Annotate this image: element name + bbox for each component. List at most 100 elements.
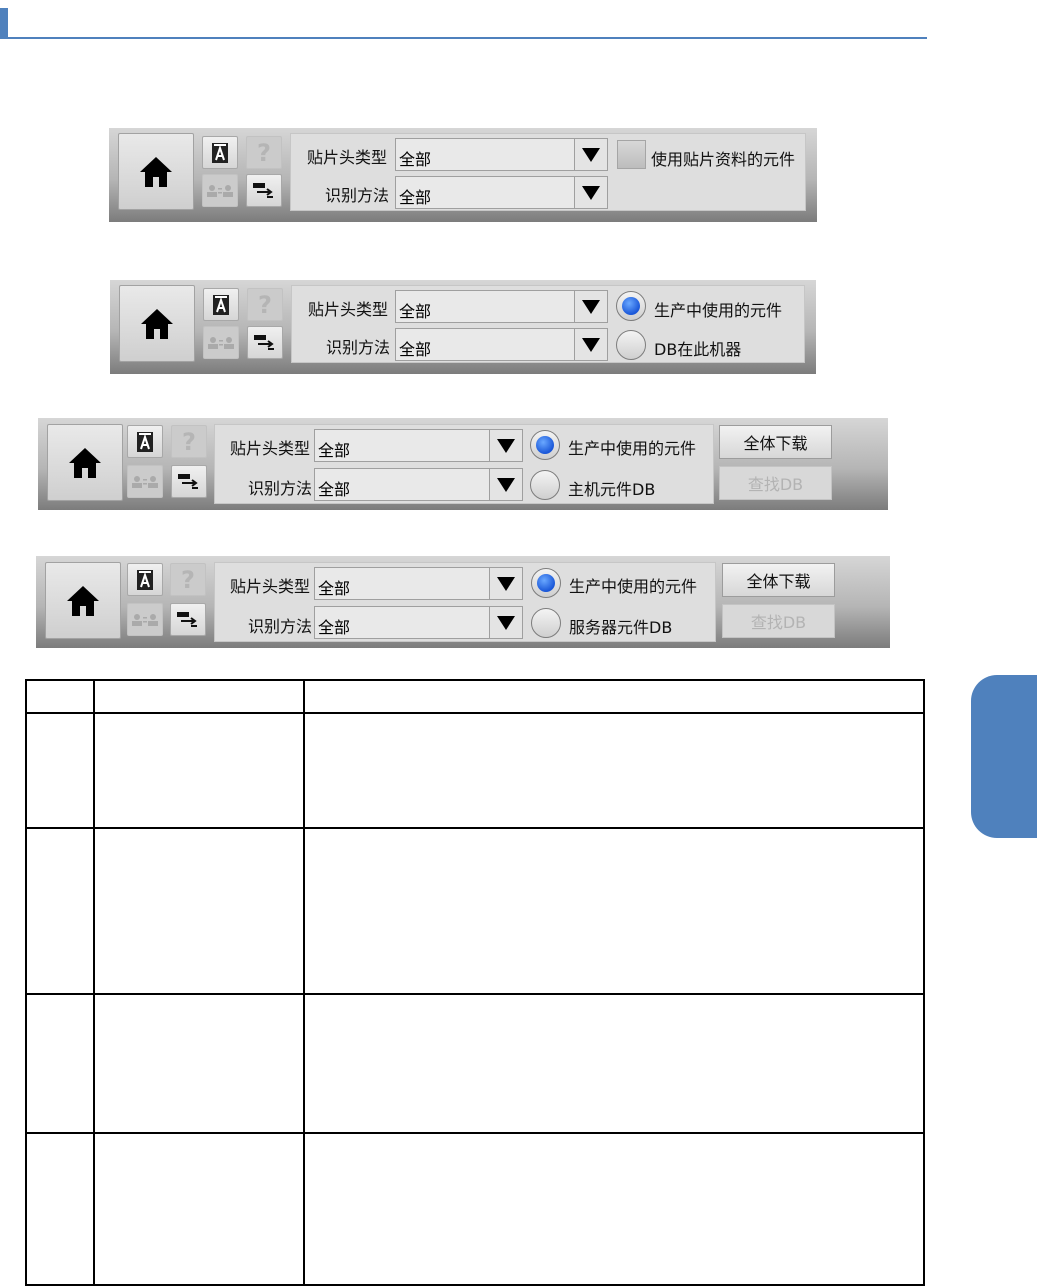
font-button[interactable] <box>202 136 238 169</box>
radio-host-db-label: 主机元件DB <box>568 480 656 499</box>
download-all-button[interactable]: 全体下载 <box>722 563 835 597</box>
transfer-icon <box>177 611 197 627</box>
chapter-side-tab <box>971 675 1037 838</box>
dropdown-arrow-icon <box>489 430 522 461</box>
table-cell <box>303 1132 925 1286</box>
users-button[interactable] <box>202 174 238 207</box>
font-button[interactable] <box>127 563 163 596</box>
head-type-value: 全部 <box>318 441 351 460</box>
home-button[interactable] <box>118 133 194 210</box>
font-a-icon <box>137 431 153 452</box>
recog-method-select[interactable]: 全部 <box>395 176 608 209</box>
home-button[interactable] <box>47 424 123 501</box>
download-all-button[interactable]: 全体下载 <box>719 425 832 459</box>
table-cell <box>93 1132 305 1286</box>
home-icon <box>69 447 101 478</box>
dropdown-arrow-icon <box>574 139 607 170</box>
transfer-icon <box>178 473 198 489</box>
recog-method-select[interactable]: 全部 <box>314 606 523 639</box>
radio-db-on-machine[interactable] <box>616 330 646 360</box>
filter-panel: 贴片头类型 全部 识别方法 全部 使用贴片资料的元件 <box>290 133 806 211</box>
users-icon <box>132 475 158 488</box>
radio-in-production[interactable] <box>530 430 560 460</box>
head-type-select[interactable]: 全部 <box>314 567 523 600</box>
filter-panel: 贴片头类型 全部 识别方法 全部 生产中使用的元件 服务器元件DB <box>214 562 716 642</box>
transfer-button[interactable] <box>246 174 282 207</box>
dropdown-arrow-icon <box>489 469 522 500</box>
radio-host-db[interactable] <box>530 470 560 500</box>
head-type-label: 贴片头类型 <box>230 439 311 458</box>
transfer-button[interactable] <box>171 465 207 498</box>
radio-in-production-label: 生产中使用的元件 <box>568 439 697 458</box>
dropdown-arrow-icon <box>574 177 607 208</box>
font-button[interactable] <box>203 288 239 321</box>
radio-db-on-machine-label: DB在此机器 <box>654 340 742 359</box>
radio-in-production-label: 生产中使用的元件 <box>569 577 698 596</box>
home-button[interactable] <box>119 285 195 362</box>
recog-method-value: 全部 <box>318 618 351 637</box>
toolbar-variant-1: ? 贴片头类型 全部 识别方法 全部 使用贴片资料的元件 <box>109 128 817 222</box>
recog-method-label: 识别方法 <box>325 186 390 205</box>
recog-method-select[interactable]: 全部 <box>314 468 523 501</box>
table-cell <box>93 712 305 829</box>
transfer-button[interactable] <box>247 326 283 359</box>
table-cell <box>25 827 95 995</box>
recog-method-value: 全部 <box>318 480 351 499</box>
users-button[interactable] <box>127 603 163 636</box>
recog-method-value: 全部 <box>399 188 432 207</box>
table-cell <box>93 827 305 995</box>
font-button[interactable] <box>127 425 163 458</box>
search-db-button[interactable]: 查找DB <box>722 604 835 638</box>
table-cell <box>25 679 95 714</box>
filter-panel: 贴片头类型 全部 识别方法 全部 生产中使用的元件 主机元件DB <box>214 424 714 504</box>
filter-panel: 贴片头类型 全部 识别方法 全部 生产中使用的元件 DB在此机器 <box>291 285 805 363</box>
table-row <box>25 993 925 1134</box>
recog-method-select[interactable]: 全部 <box>395 328 608 361</box>
table-cell <box>25 712 95 829</box>
transfer-icon <box>254 334 274 350</box>
users-button[interactable] <box>127 465 163 498</box>
head-type-label: 贴片头类型 <box>230 577 311 596</box>
dropdown-arrow-icon <box>489 568 522 599</box>
transfer-icon <box>253 182 273 198</box>
help-icon: ? <box>257 138 271 167</box>
users-icon <box>207 184 233 197</box>
table-cell <box>25 993 95 1134</box>
head-type-value: 全部 <box>399 302 432 321</box>
dropdown-arrow-icon <box>574 291 607 322</box>
radio-in-production[interactable] <box>616 291 646 321</box>
recog-method-label: 识别方法 <box>248 617 313 636</box>
radio-server-db[interactable] <box>531 608 561 638</box>
radio-in-production[interactable] <box>531 568 561 598</box>
head-type-label: 贴片头类型 <box>308 300 389 319</box>
home-icon <box>141 308 173 339</box>
help-button[interactable]: ? <box>246 136 282 169</box>
dropdown-arrow-icon <box>489 607 522 638</box>
users-button[interactable] <box>203 326 239 359</box>
use-placement-data-checkbox[interactable] <box>617 140 646 169</box>
font-a-icon <box>212 142 228 163</box>
header-rule <box>0 37 927 39</box>
users-icon <box>132 613 158 626</box>
radio-in-production-label: 生产中使用的元件 <box>654 301 783 320</box>
home-icon <box>140 156 172 187</box>
help-icon: ? <box>258 290 272 319</box>
head-type-select[interactable]: 全部 <box>314 429 523 462</box>
help-button[interactable]: ? <box>170 563 206 596</box>
head-type-select[interactable]: 全部 <box>395 290 608 323</box>
home-button[interactable] <box>45 562 121 639</box>
help-button[interactable]: ? <box>247 288 283 321</box>
home-icon <box>67 585 99 616</box>
search-db-button[interactable]: 查找DB <box>719 466 832 500</box>
table-cell <box>303 679 925 714</box>
head-type-select[interactable]: 全部 <box>395 138 608 171</box>
table-row <box>25 712 925 829</box>
head-type-label: 贴片头类型 <box>307 148 388 167</box>
dropdown-arrow-icon <box>574 329 607 360</box>
help-button[interactable]: ? <box>171 425 207 458</box>
toolbar-variant-2: ? 贴片头类型 全部 识别方法 全部 生产中使用的元件 DB在此机器 <box>110 280 816 374</box>
header-accent-bar <box>0 8 8 38</box>
transfer-button[interactable] <box>170 603 206 636</box>
font-a-icon <box>137 569 153 590</box>
toolbar-variant-3: ? 贴片头类型 全部 识别方法 全部 生产中使用的元件 主机元件DB 全体下载 … <box>38 418 888 510</box>
